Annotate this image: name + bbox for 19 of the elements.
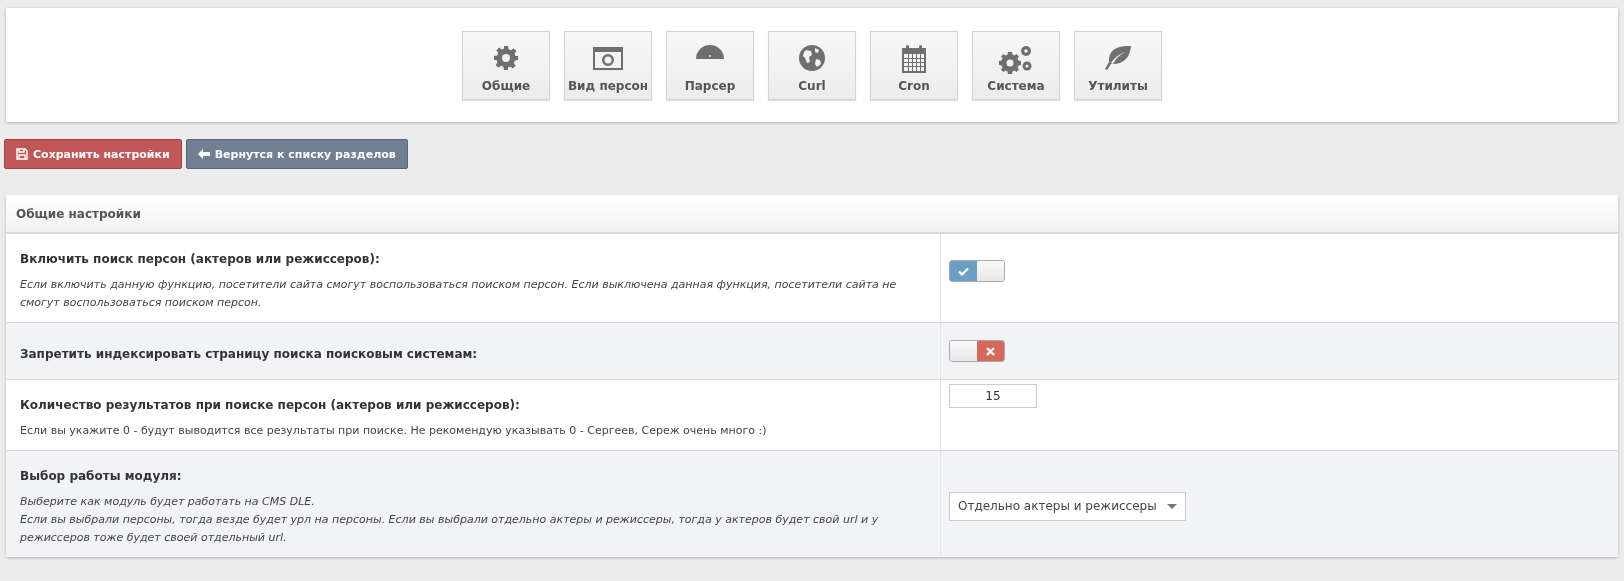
setting-description: Выберите как модуль будет работать на CMS DLE. Если вы выбрали персоны, тогда везде будет урл на персоны. Если вы выбрали отдельно актеры и режиссеры, тогда у актеров будет свой url и у режиссеров тоже будет своей отдельный url.: [20, 494, 880, 546]
setting-description: Если вы укажите 0 - будут выводится все результаты при поиске. Не рекомендую указывать 0 - Сергеев, Сереж очень много :): [20, 423, 768, 439]
nav-button[interactable]: Cron: [870, 30, 958, 100]
setting-label: Запретить индексировать страницу поиска поисковым системам:: [20, 347, 479, 361]
select-dropdown[interactable]: Отдельно актеры и режиссеры: [949, 491, 1186, 521]
nav-button[interactable]: Вид персон: [564, 30, 652, 100]
nav-button[interactable]: Общие: [462, 30, 550, 100]
panel-title: Общие настройки: [6, 195, 1618, 233]
save-button[interactable]: Сохранить настройки: [4, 139, 182, 169]
nav-button[interactable]: Curl: [768, 30, 856, 100]
setting-label: Включить поиск персон (актеров или режиссеров):: [20, 252, 381, 266]
setting-label: Количество результатов при поиске персон (актеров или режиссеров):: [20, 398, 521, 412]
nav-button[interactable]: Парсер: [666, 30, 754, 100]
nav-button[interactable]: Система: [972, 30, 1060, 100]
back-button[interactable]: Вернутся к списку разделов: [185, 139, 408, 169]
number-field[interactable]: 15: [949, 384, 1037, 408]
setting-label: Выбор работы модуля:: [20, 469, 183, 483]
setting-description: Если включить данную функцию, посетители сайта смогут воспользоваться поиском персон. Если выключена данная функция, посетители сайта не смогут воспользоваться поиском персон.: [20, 277, 898, 311]
nav-button[interactable]: Утилиты: [1074, 30, 1162, 100]
